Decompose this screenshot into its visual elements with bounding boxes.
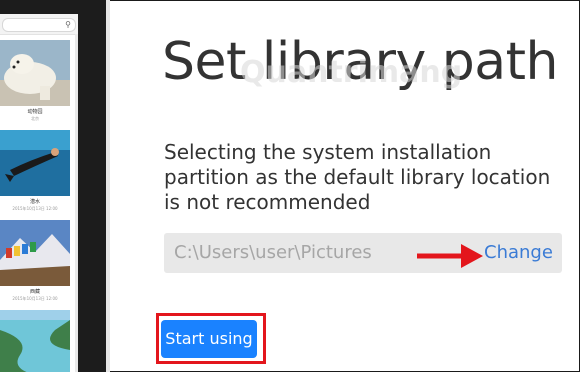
thumbnail-subcaption: 2015年10月13日 12:00: [12, 206, 58, 211]
change-path-link[interactable]: Change: [484, 233, 553, 273]
thumbnail-caption: 西藏: [29, 289, 40, 295]
thumbnail-polar-bear[interactable]: [0, 40, 70, 106]
photo-gallery-preview: ⚲ 动物园 北京 潜水 2015年10月13日 12:00 西藏 2015年10…: [0, 14, 78, 372]
preview-toolbar: ⚲: [0, 14, 78, 35]
thumbnail-river[interactable]: [0, 310, 70, 372]
thumbnail-subcaption: 北京: [31, 116, 39, 121]
thumbnail-diver[interactable]: [0, 130, 70, 196]
thumbnail-caption: 动物园: [27, 109, 43, 115]
thumbnail-subcaption: 2015年10月13日 12:00: [12, 296, 58, 301]
watermark: Quantrimang: [240, 55, 463, 90]
search-icon[interactable]: ⚲: [65, 19, 71, 31]
library-path-value: C:\Users\user\Pictures: [174, 242, 372, 263]
preview-scrollbar[interactable]: [75, 34, 78, 372]
background-window: ⚲ 动物园 北京 潜水 2015年10月13日 12:00 西藏 2015年10…: [0, 0, 106, 372]
preview-search-input[interactable]: ⚲: [2, 18, 76, 32]
thumbnail-caption: 潜水: [29, 199, 40, 205]
thumbnail-tibet[interactable]: [0, 220, 70, 286]
library-path-field: C:\Users\user\Pictures Change: [164, 233, 562, 273]
panel-divider: [106, 0, 110, 372]
annotation-arrow-icon: [417, 244, 483, 268]
description-text: Selecting the system installation partit…: [164, 140, 551, 214]
start-using-button[interactable]: Start using: [161, 320, 257, 358]
